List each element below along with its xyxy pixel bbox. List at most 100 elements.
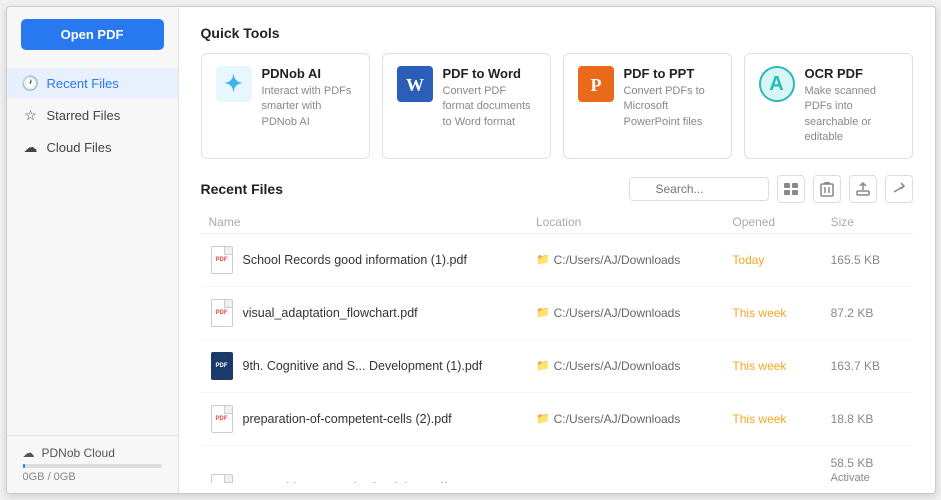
sidebar-item-label: Cloud Files — [47, 140, 112, 155]
file-location: 📁 C:/Users/AJ/Downloads — [536, 359, 732, 373]
sidebar-nav: 🕐 Recent Files ☆ Starred Files ☁ Cloud F… — [7, 68, 178, 162]
open-pdf-button[interactable]: Open PDF — [21, 19, 164, 50]
file-name: School Records good information (1).pdf — [243, 253, 467, 267]
ocr-pdf-desc: Make scanned PDFs into searchable or edi… — [805, 84, 898, 146]
pdf-to-ppt-name: PDF to PPT — [624, 66, 717, 81]
file-name: 01.Teaching Strategies in Biology.pdf — [243, 481, 448, 483]
tool-pdnob-ai[interactable]: ✦ PDNob AI Interact with PDFs smarter wi… — [201, 53, 370, 159]
star-icon: ☆ — [23, 107, 39, 123]
ocr-pdf-icon: A — [759, 66, 795, 102]
clock-icon: 🕐 — [23, 75, 39, 91]
cloud-icon: ☁ — [23, 139, 39, 155]
sidebar-item-label: Recent Files — [47, 76, 119, 91]
file-opened: Last week — [732, 481, 830, 483]
col-name: Name — [209, 215, 536, 229]
file-size: 163.7 KB — [831, 359, 913, 373]
pdf-to-ppt-desc: Convert PDFs to Microsoft PowerPoint fil… — [624, 84, 717, 130]
file-icon: PDF — [209, 350, 235, 382]
folder-icon: 📁 — [536, 253, 550, 266]
file-opened: Today — [732, 253, 830, 267]
file-location: 📁 C:/Users/AJ/Downloads — [536, 253, 732, 267]
folder-icon: 📁 — [536, 306, 550, 319]
recent-files-section: Recent Files 🔍 — [201, 175, 913, 483]
file-name-cell: PDF preparation-of-competent-cells (2).p… — [209, 403, 536, 435]
file-size: 87.2 KB — [831, 306, 913, 320]
cloud-size: 0GB / 0GB — [23, 471, 162, 483]
sidebar-bottom: ☁ PDNob Cloud 0GB / 0GB — [7, 435, 178, 493]
table-row[interactable]: PDF School Records good information (1).… — [201, 234, 913, 287]
col-location: Location — [536, 215, 732, 229]
table-row[interactable]: PDF preparation-of-competent-cells (2).p… — [201, 393, 913, 446]
table-row[interactable]: PDF visual_adaptation_flowchart.pdf 📁 C:… — [201, 287, 913, 340]
pdnob-ai-desc: Interact with PDFs smarter with PDNob AI — [262, 84, 355, 130]
file-icon: PDF — [209, 403, 235, 435]
quick-tools-title: Quick Tools — [201, 25, 913, 41]
sidebar-item-recent-files[interactable]: 🕐 Recent Files — [7, 68, 178, 98]
view-toggle-button[interactable] — [777, 175, 805, 203]
svg-text:P: P — [590, 75, 601, 95]
file-name-cell: PDF visual_adaptation_flowchart.pdf — [209, 297, 536, 329]
table-row[interactable]: PDF 9th. Cognitive and S... Development … — [201, 340, 913, 393]
cloud-progress-fill — [23, 464, 26, 468]
cloud-progress-bar — [23, 464, 162, 468]
file-opened: This week — [732, 359, 830, 373]
app-window: Open PDF 🕐 Recent Files ☆ Starred Files … — [6, 6, 936, 494]
file-name-cell: PDF 01.Teaching Strategies in Biology.pd… — [209, 472, 536, 483]
pdf-to-word-desc: Convert PDF format documents to Word for… — [443, 84, 536, 130]
pdnob-ai-info: PDNob AI Interact with PDFs smarter with… — [262, 66, 355, 130]
pdf-to-word-info: PDF to Word Convert PDF format documents… — [443, 66, 536, 130]
pdf-to-word-icon: W — [397, 66, 433, 102]
tool-ocr-pdf[interactable]: A OCR PDF Make scanned PDFs into searcha… — [744, 53, 913, 159]
sidebar-item-starred-files[interactable]: ☆ Starred Files — [7, 100, 178, 130]
tool-pdf-to-ppt[interactable]: P PDF to PPT Convert PDFs to Microsoft P… — [563, 53, 732, 159]
ocr-pdf-info: OCR PDF Make scanned PDFs into searchabl… — [805, 66, 898, 146]
col-size: Size — [831, 215, 913, 229]
quick-tools-section: Quick Tools ✦ PDNob AI Interact with PDF… — [201, 25, 913, 175]
upload-button[interactable] — [849, 175, 877, 203]
sidebar-item-cloud-files[interactable]: ☁ Cloud Files — [7, 132, 178, 162]
pdnob-ai-name: PDNob AI — [262, 66, 355, 81]
quick-tools-grid: ✦ PDNob AI Interact with PDFs smarter wi… — [201, 53, 913, 159]
sidebar: Open PDF 🕐 Recent Files ☆ Starred Files … — [7, 7, 179, 493]
file-size: 165.5 KB — [831, 253, 913, 267]
share-button[interactable] — [885, 175, 913, 203]
main-content: Quick Tools ✦ PDNob AI Interact with PDF… — [179, 7, 935, 493]
search-input[interactable] — [629, 177, 769, 201]
folder-icon: 📁 — [536, 412, 550, 425]
file-location: 📁 C:/Users/AJ/Downloads — [536, 306, 732, 320]
col-opened: Opened — [732, 215, 830, 229]
file-opened: This week — [732, 412, 830, 426]
file-name: 9th. Cognitive and S... Development (1).… — [243, 359, 483, 373]
recent-files-header: Recent Files 🔍 — [201, 175, 913, 203]
cloud-label: ☁ PDNob Cloud — [23, 446, 162, 460]
recent-files-title: Recent Files — [201, 181, 283, 197]
table-header: Name Location Opened Size — [201, 211, 913, 234]
search-wrapper: 🔍 — [629, 177, 769, 201]
recent-files-toolbar: 🔍 — [629, 175, 913, 203]
pdf-to-ppt-info: PDF to PPT Convert PDFs to Microsoft Pow… — [624, 66, 717, 130]
file-name: preparation-of-competent-cells (2).pdf — [243, 412, 452, 426]
pdf-to-ppt-icon: P — [578, 66, 614, 102]
file-name: visual_adaptation_flowchart.pdf — [243, 306, 418, 320]
table-row[interactable]: PDF 01.Teaching Strategies in Biology.pd… — [201, 446, 913, 483]
file-icon: PDF — [209, 472, 235, 483]
file-location: 📁 C:/Users/AJ/Downloads — [536, 481, 732, 483]
file-size: 58.5 KB Activate Windows Go to Settings … — [831, 456, 913, 483]
file-name-cell: PDF 9th. Cognitive and S... Development … — [209, 350, 536, 382]
folder-icon: 📁 — [536, 359, 550, 372]
activate-windows-text: Activate Windows — [831, 472, 913, 483]
cloud-icon-sm: ☁ — [23, 446, 35, 460]
file-location: 📁 C:/Users/AJ/Downloads — [536, 412, 732, 426]
pdnob-cloud-label: PDNob Cloud — [42, 446, 115, 460]
files-table: Name Location Opened Size PDF School Rec… — [201, 211, 913, 483]
ocr-pdf-name: OCR PDF — [805, 66, 898, 81]
pdf-to-word-name: PDF to Word — [443, 66, 536, 81]
folder-icon: 📁 — [536, 481, 550, 483]
file-icon: PDF — [209, 297, 235, 329]
delete-button[interactable] — [813, 175, 841, 203]
pdnob-ai-icon: ✦ — [216, 66, 252, 102]
file-opened: This week — [732, 306, 830, 320]
tool-pdf-to-word[interactable]: W PDF to Word Convert PDF format documen… — [382, 53, 551, 159]
file-icon: PDF — [209, 244, 235, 276]
sidebar-item-label: Starred Files — [47, 108, 121, 123]
